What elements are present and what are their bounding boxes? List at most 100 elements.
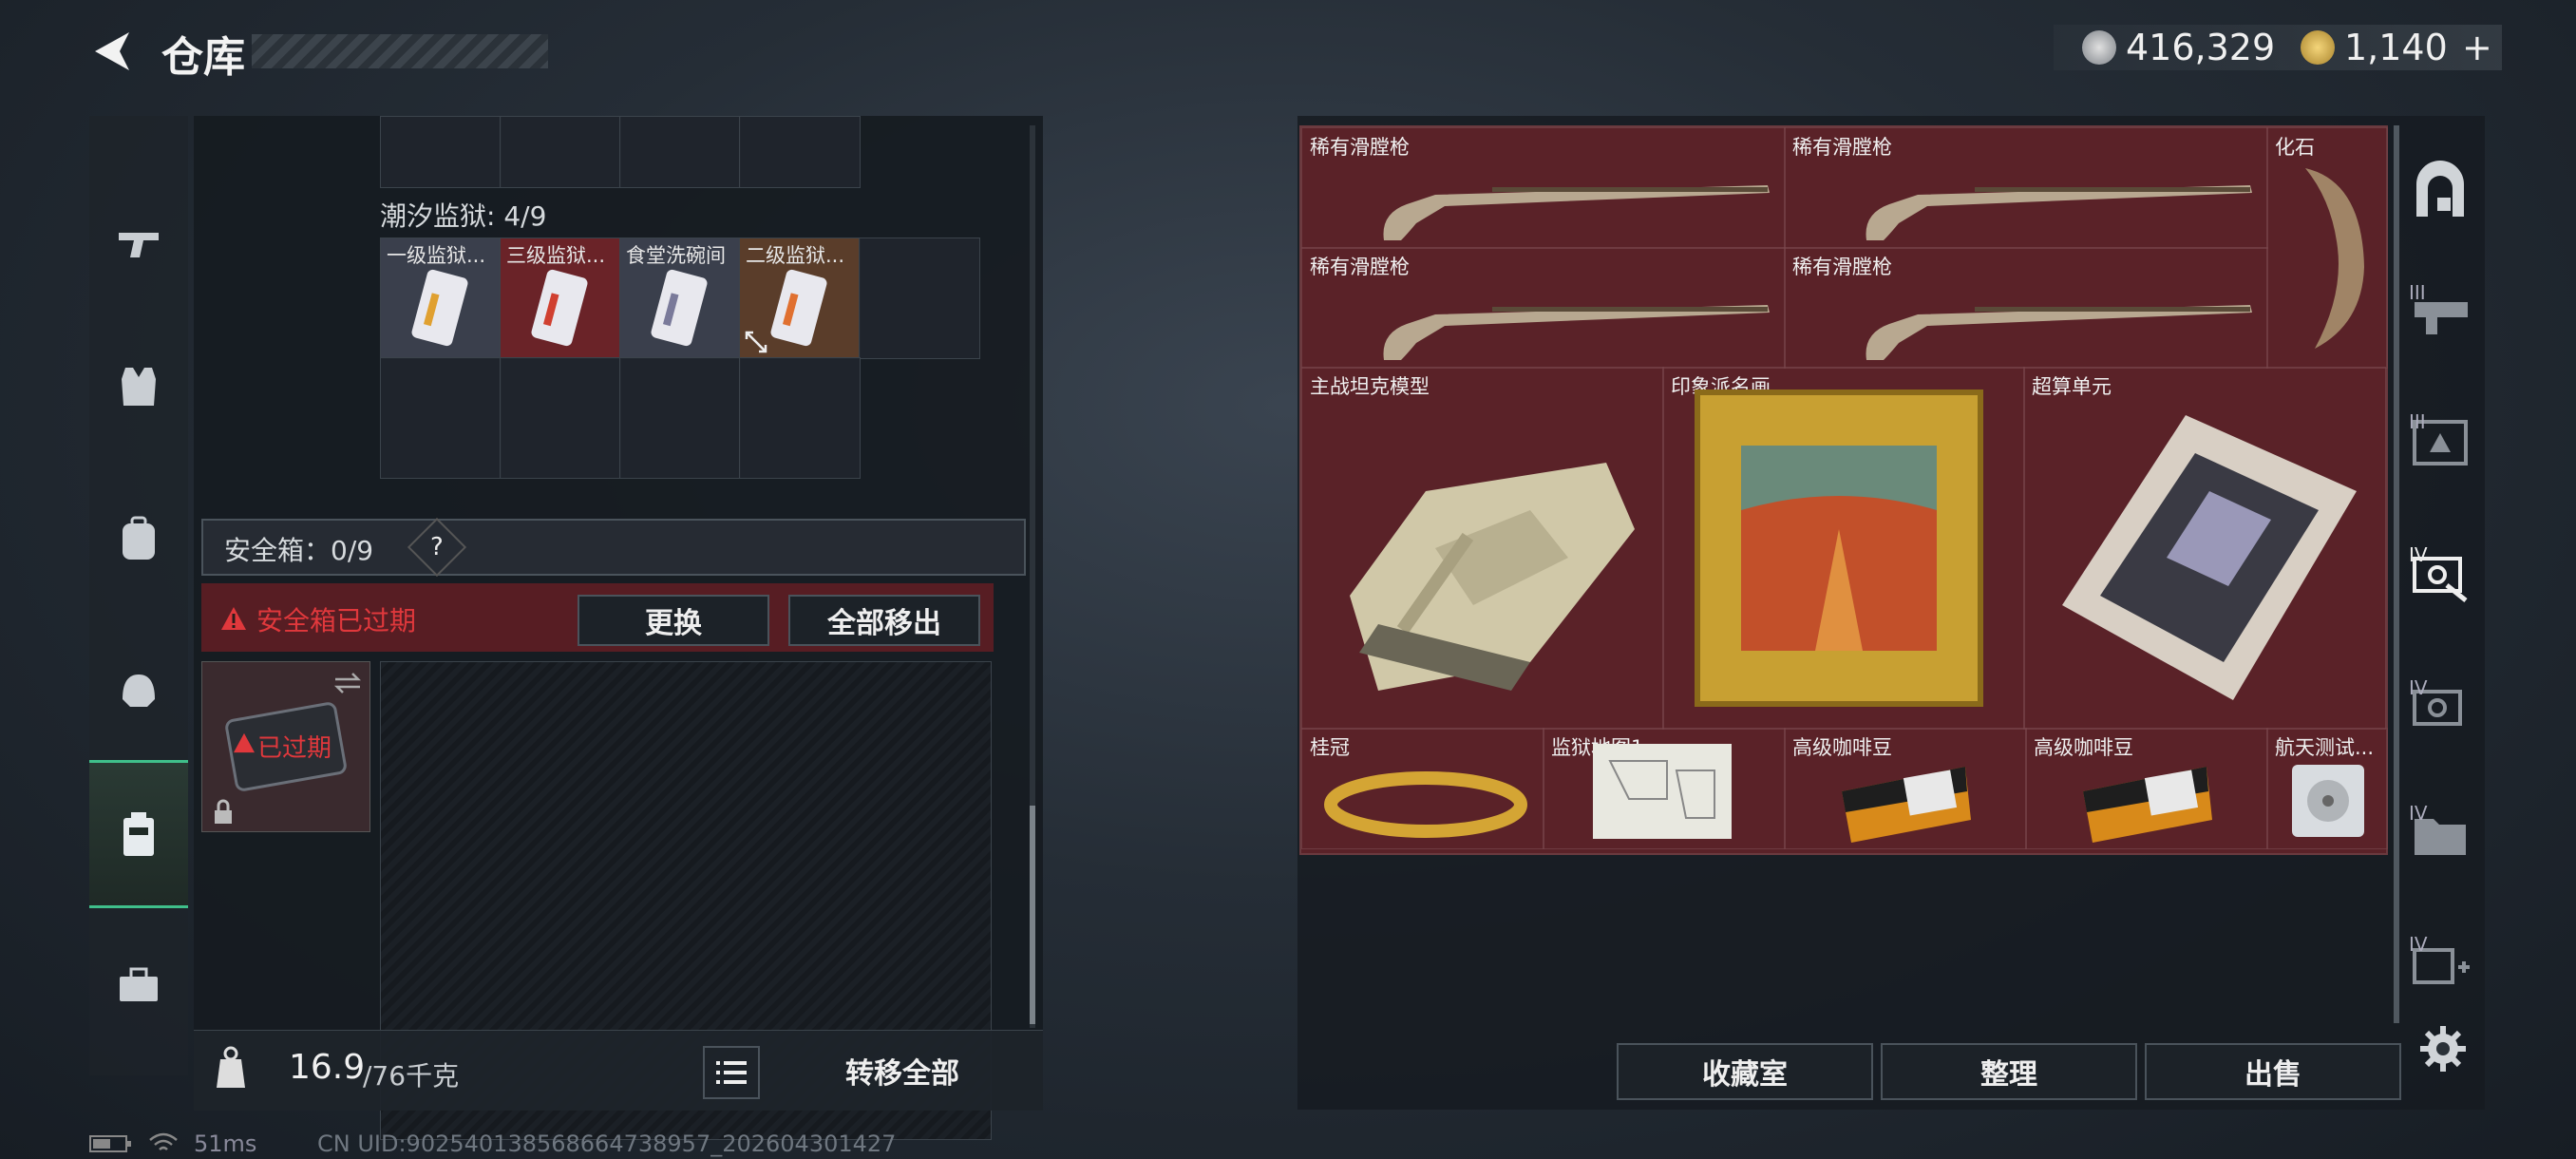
grid-cell[interactable] — [380, 357, 502, 479]
prison-map-icon — [1593, 744, 1732, 839]
silver-coin-icon — [2082, 30, 2116, 65]
sell-button[interactable]: 出售 — [2145, 1043, 2401, 1100]
inventory-panel: 潮汐监狱: 4/9 一级监狱... 三级监狱... 食堂洗碗间 二级监狱... … — [194, 116, 1043, 1140]
keycard-icon — [531, 269, 588, 347]
safebox-icon — [123, 812, 154, 856]
stash-tab-iv-folder[interactable]: IV — [2409, 802, 2472, 864]
grid-cell[interactable] — [739, 116, 861, 188]
help-label: ? — [430, 533, 444, 561]
impressionist-painting-icon — [1695, 390, 1983, 707]
grid-cell[interactable] — [619, 116, 741, 188]
move-all-out-button[interactable]: 全部移出 — [788, 595, 980, 646]
supercomputer-unit-icon — [2062, 415, 2357, 700]
vest-icon — [122, 368, 156, 406]
stash-item[interactable]: 印象派名画 — [1662, 367, 2025, 730]
expired-message: 安全箱已过期 — [256, 605, 417, 636]
grid-cell[interactable] — [619, 357, 741, 479]
collection-room-button[interactable]: 收藏室 — [1617, 1043, 1873, 1100]
add-currency-button[interactable]: + — [2462, 27, 2492, 68]
nav-backpack[interactable] — [89, 467, 188, 610]
nav-safebox[interactable] — [89, 760, 188, 908]
prison-container-title: 潮汐监狱: 4/9 — [380, 200, 547, 232]
stash-item[interactable]: 稀有滑膛枪 — [1784, 247, 2268, 369]
weight-value: 16.9 — [289, 1048, 366, 1087]
musket-icon — [1866, 305, 2252, 360]
toolbox-icon — [120, 967, 158, 1001]
coffee-beans-icon — [1842, 767, 1971, 843]
stash-item[interactable]: 化石 — [2266, 127, 2388, 369]
grid-cell[interactable] — [380, 116, 502, 188]
tier-tag: III — [2409, 410, 2426, 433]
sort-button[interactable]: 整理 — [1881, 1043, 2137, 1100]
stash-item[interactable]: 桂冠 — [1301, 728, 1544, 849]
stash-item[interactable]: 超算单元 — [2023, 367, 2386, 730]
stash-tab-all[interactable] — [2409, 160, 2472, 222]
coffee-beans-icon — [2083, 767, 2212, 843]
warning-icon — [234, 732, 255, 753]
currency-bar: 416,329 1,140 + — [2054, 25, 2502, 70]
stash-tab-iii-weapons[interactable]: III — [2409, 281, 2472, 344]
transfer-all-button[interactable]: 转移全部 — [769, 1046, 1035, 1095]
help-button[interactable]: ? — [407, 517, 467, 578]
stash-item[interactable]: 稀有滑膛枪 — [1301, 247, 1786, 369]
stash-item[interactable]: 监狱地图1 — [1543, 728, 1786, 849]
ping-text: 51ms — [194, 1130, 257, 1157]
safebox-title: 安全箱：0/9 — [224, 535, 374, 566]
grid-cell[interactable] — [500, 357, 621, 479]
replace-button[interactable]: 更换 — [578, 595, 769, 646]
stash-item[interactable]: 稀有滑膛枪 — [1301, 127, 1786, 249]
warning-icon — [221, 607, 246, 630]
weight-max: /76千克 — [363, 1060, 460, 1092]
tier-tag: IV — [2409, 933, 2428, 956]
expand-icon — [745, 331, 767, 353]
list-view-button[interactable] — [703, 1046, 760, 1099]
inventory-footer: 16.9 /76千克 转移全部 — [194, 1030, 1043, 1111]
silver-amount: 416,329 — [2126, 27, 2276, 68]
safebox-header: 安全箱：0/9 ? — [201, 517, 1026, 578]
stash-tab-iv-add[interactable]: IV — [2409, 933, 2472, 996]
tank-model-icon — [1350, 463, 1635, 691]
page-title: 仓库 — [161, 33, 245, 82]
nav-toolbox[interactable] — [89, 914, 188, 1056]
stash-item[interactable]: 高级咖啡豆 — [1784, 728, 2027, 849]
list-icon — [716, 1061, 747, 1084]
swap-icon — [333, 673, 362, 694]
safebox-slot[interactable]: 已过期 — [201, 661, 370, 832]
tier-tag: IV — [2409, 676, 2428, 699]
back-button[interactable] — [87, 27, 137, 76]
wifi-icon — [149, 1132, 178, 1150]
grid-cell[interactable] — [859, 238, 980, 359]
item-label: 二级监狱... — [746, 244, 845, 267]
battery-icon — [89, 1135, 131, 1152]
title-stripe — [252, 34, 548, 68]
stash-item[interactable]: 主战坦克模型 — [1301, 367, 1664, 730]
stash-tab-iii-items[interactable]: III — [2409, 410, 2472, 473]
musket-icon — [1383, 305, 1770, 360]
nav-weapon[interactable] — [89, 173, 188, 315]
stash-item[interactable]: 高级咖啡豆 — [2025, 728, 2268, 849]
item-label: 一级监狱... — [387, 244, 486, 267]
tier-tag: IV — [2409, 543, 2428, 566]
grid-cell[interactable] — [500, 116, 621, 188]
stash-side-nav: III III IV IV IV IV — [2399, 125, 2481, 1037]
item-label: 主战坦克模型 — [1310, 375, 1430, 398]
back-arrow-icon — [95, 32, 129, 70]
keycard-icon — [651, 269, 708, 347]
scrollbar-thumb[interactable] — [1030, 806, 1035, 1024]
gun-icon — [119, 233, 159, 257]
nav-armor[interactable] — [89, 315, 188, 458]
stash-tab-iv-search[interactable]: IV — [2409, 676, 2472, 739]
keycard-item[interactable]: 二级监狱... — [739, 238, 861, 359]
settings-button[interactable] — [2418, 1024, 2468, 1074]
stash-item[interactable]: 航天测试... — [2266, 728, 2388, 849]
grid-cell[interactable] — [739, 357, 861, 479]
keycard-item[interactable]: 食堂洗碗间 — [619, 238, 741, 359]
uid-text: CN UID:902540138568664738957_20260430142… — [317, 1130, 897, 1157]
stash-item[interactable]: 稀有滑膛枪 — [1784, 127, 2268, 249]
laurel-crown-icon — [1324, 771, 1527, 838]
keycard-item[interactable]: 三级监狱... — [500, 238, 621, 359]
keycard-item[interactable]: 一级监狱... — [380, 238, 502, 359]
nav-helmet[interactable] — [89, 619, 188, 762]
stash-tab-iv-key[interactable]: IV — [2409, 543, 2472, 606]
item-label: 三级监狱... — [506, 244, 606, 267]
